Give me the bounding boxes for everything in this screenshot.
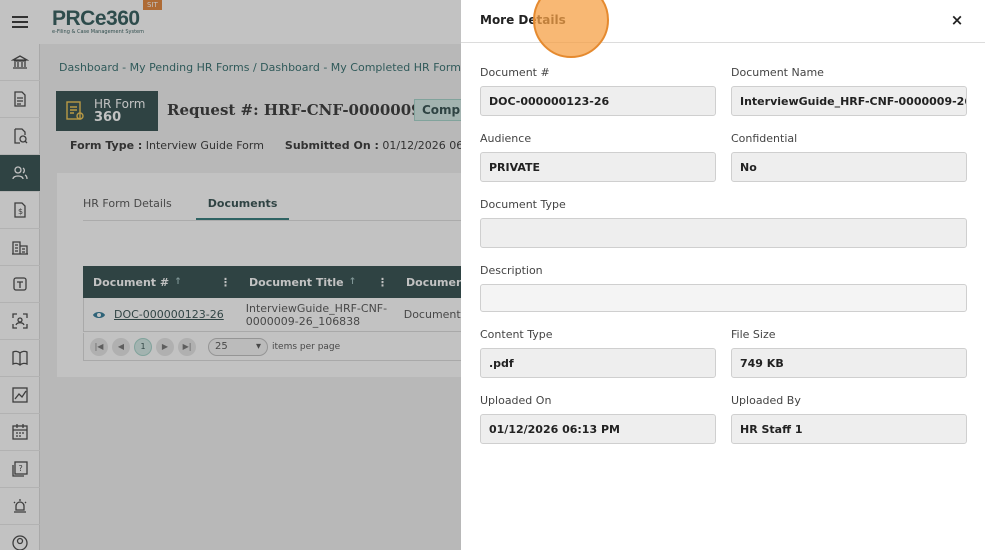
audience-label: Audience: [480, 132, 532, 145]
uploaded-on-input[interactable]: 01/12/2026 06:13 PM: [480, 414, 716, 444]
document-type-input[interactable]: [480, 218, 967, 248]
uploaded-by-input[interactable]: HR Staff 1: [731, 414, 967, 444]
overlay-main[interactable]: [40, 44, 461, 550]
overlay-top[interactable]: [0, 0, 461, 44]
field-file-size: File Size 749 KB: [731, 328, 967, 378]
document-no-input[interactable]: DOC-000000123-26: [480, 86, 716, 116]
content-type-label: Content Type: [480, 328, 553, 341]
confidential-input[interactable]: No: [731, 152, 967, 182]
overlay-sidebar[interactable]: [0, 44, 40, 550]
content-type-input[interactable]: .pdf: [480, 348, 716, 378]
document-no-label: Document #: [480, 66, 550, 79]
field-audience: Audience PRIVATE: [480, 132, 716, 182]
document-name-label: Document Name: [731, 66, 824, 79]
audience-input[interactable]: PRIVATE: [480, 152, 716, 182]
uploaded-on-label: Uploaded On: [480, 394, 552, 407]
description-label: Description: [480, 264, 543, 277]
more-details-drawer: More Details × Document # DOC-000000123-…: [461, 0, 985, 550]
file-size-label: File Size: [731, 328, 776, 341]
confidential-label: Confidential: [731, 132, 798, 145]
document-type-label: Document Type: [480, 198, 566, 211]
field-content-type: Content Type .pdf: [480, 328, 716, 378]
field-uploaded-on: Uploaded On 01/12/2026 06:13 PM: [480, 394, 716, 444]
description-input[interactable]: [480, 284, 967, 312]
document-name-input[interactable]: InterviewGuide_HRF-CNF-0000009-26: [731, 86, 967, 116]
file-size-input[interactable]: 749 KB: [731, 348, 967, 378]
field-uploaded-by: Uploaded By HR Staff 1: [731, 394, 967, 444]
close-button[interactable]: ×: [949, 11, 965, 29]
field-document-type: Document Type: [480, 198, 967, 248]
uploaded-by-label: Uploaded By: [731, 394, 801, 407]
field-confidential: Confidential No: [731, 132, 967, 182]
field-description: Description: [480, 264, 967, 312]
field-document-no: Document # DOC-000000123-26: [480, 66, 716, 116]
field-document-name: Document Name InterviewGuide_HRF-CNF-000…: [731, 66, 967, 116]
